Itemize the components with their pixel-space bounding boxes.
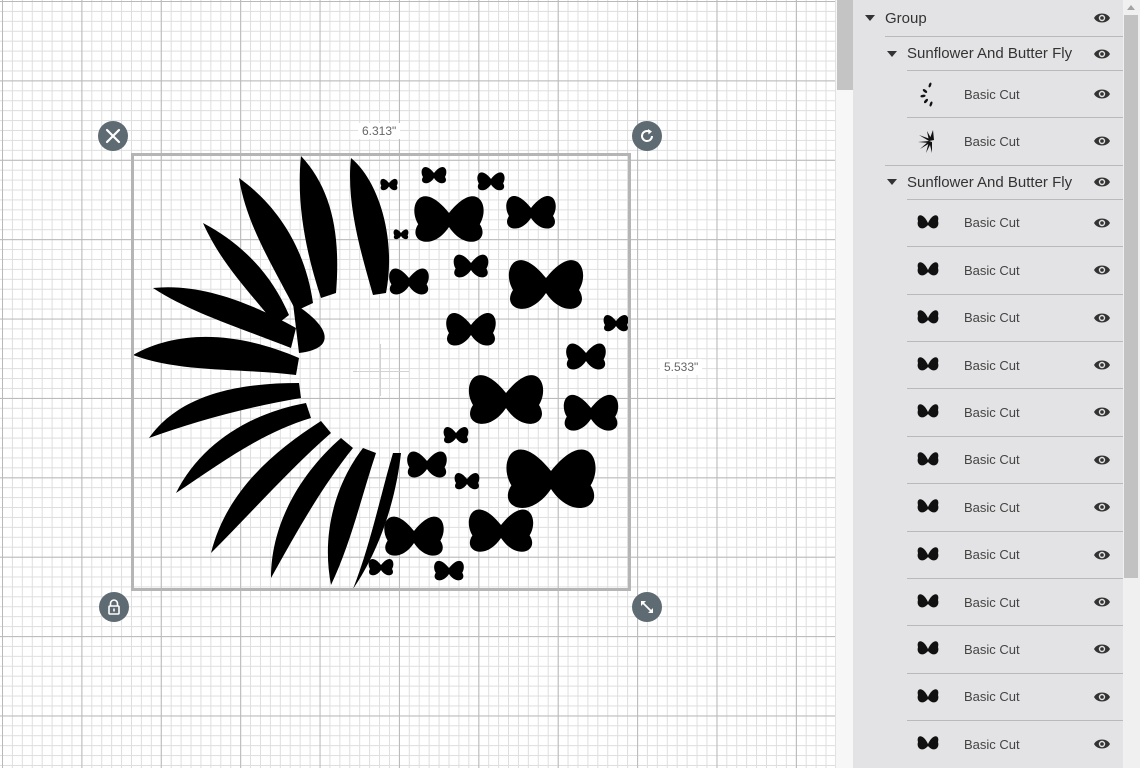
butterfly-thumbnail-icon [911, 348, 945, 382]
butterfly-thumbnail-icon [911, 301, 945, 335]
eye-visibility-icon[interactable] [1093, 738, 1111, 750]
layer-subgroup-label: Sunflower And Butter Fly [907, 45, 1073, 62]
layers-panel: Group Sunflower And Butter Fly Basic Cut B… [853, 0, 1140, 768]
resize-handle[interactable] [632, 592, 662, 622]
layer-item-row[interactable]: Basic Cut [907, 293, 1123, 341]
butterfly-thumbnail-icon [911, 632, 945, 666]
butterfly-thumbnail-icon [911, 585, 945, 619]
layer-item-label: Basic Cut [964, 689, 1020, 705]
eye-visibility-icon[interactable] [1093, 406, 1111, 418]
layer-item-label: Basic Cut [964, 310, 1020, 326]
eye-visibility-icon[interactable] [1093, 643, 1111, 655]
layer-item-row[interactable]: Basic Cut [907, 198, 1123, 246]
canvas-scrollbar-thumb[interactable] [837, 0, 853, 90]
expand-caret-icon[interactable] [865, 15, 875, 21]
rotate-handle[interactable] [632, 121, 662, 151]
eye-visibility-icon[interactable] [1093, 549, 1111, 561]
eye-visibility-icon[interactable] [1093, 176, 1111, 188]
selection-bounding-box[interactable] [131, 153, 631, 591]
layer-item-row[interactable]: Basic Cut [907, 483, 1123, 530]
layer-item-row[interactable]: Basic Cut [907, 341, 1123, 388]
height-dimension-label: 5.533" [660, 359, 703, 375]
butterfly-thumbnail-icon [911, 490, 945, 524]
sunflower-seeds-thumbnail-icon [911, 77, 945, 111]
butterfly-thumbnail-icon [911, 206, 945, 240]
eye-visibility-icon[interactable] [1093, 312, 1111, 324]
eye-visibility-icon[interactable] [1093, 135, 1111, 147]
lock-icon [108, 599, 120, 615]
layer-item-row[interactable]: Basic Cut [907, 435, 1123, 483]
butterfly-thumbnail-icon [911, 727, 945, 761]
layer-item-row[interactable]: Basic Cut [907, 246, 1123, 293]
eye-visibility-icon[interactable] [1093, 264, 1111, 276]
layer-group-row[interactable]: Group [853, 0, 1123, 36]
layers-panel-scrollbar[interactable] [1123, 0, 1140, 768]
butterfly-thumbnail-icon [911, 253, 945, 287]
layer-item-label: Basic Cut [964, 86, 1020, 102]
delete-handle[interactable] [98, 121, 128, 151]
layer-item-label: Basic Cut [964, 641, 1020, 657]
layer-item-label: Basic Cut [964, 594, 1020, 610]
layer-item-label: Basic Cut [964, 547, 1020, 563]
layer-item-label: Basic Cut [964, 262, 1020, 278]
butterfly-thumbnail-icon [911, 680, 945, 714]
eye-visibility-icon[interactable] [1093, 12, 1111, 24]
expand-caret-icon[interactable] [887, 179, 897, 186]
lock-proportions-handle[interactable] [99, 592, 129, 622]
canvas-vertical-scrollbar[interactable] [835, 0, 853, 768]
layer-item-row[interactable]: Basic Cut [907, 70, 1123, 117]
layer-subgroup-label: Sunflower And Butter Fly [907, 173, 1073, 191]
layer-item-row[interactable]: Basic Cut [907, 720, 1123, 767]
layer-item-label: Basic Cut [964, 499, 1020, 515]
layer-item-label: Basic Cut [964, 736, 1020, 752]
sunflower-petals-thumbnail-icon [911, 124, 945, 158]
eye-visibility-icon[interactable] [1093, 217, 1111, 229]
eye-visibility-icon[interactable] [1093, 359, 1111, 371]
layer-item-row[interactable]: Basic Cut [907, 625, 1123, 672]
butterfly-thumbnail-icon [911, 443, 945, 477]
layer-group-label: Group [885, 9, 927, 27]
eye-visibility-icon[interactable] [1093, 48, 1111, 60]
eye-visibility-icon[interactable] [1093, 691, 1111, 703]
butterfly-thumbnail-icon [911, 538, 945, 572]
layer-item-row[interactable]: Basic Cut [907, 578, 1123, 625]
scroll-up-arrow-icon[interactable] [1127, 5, 1135, 10]
layer-subgroup-row[interactable]: Sunflower And Butter Fly [885, 36, 1123, 70]
resize-icon [641, 601, 653, 613]
layer-item-row[interactable]: Basic Cut [907, 388, 1123, 435]
layer-item-row[interactable]: Basic Cut [907, 530, 1123, 578]
layer-subgroup-row[interactable]: Sunflower And Butter Fly [885, 164, 1123, 199]
eye-visibility-icon[interactable] [1093, 501, 1111, 513]
layer-item-row[interactable]: Basic Cut [907, 672, 1123, 720]
rotate-icon [641, 129, 654, 142]
eye-visibility-icon[interactable] [1093, 454, 1111, 466]
expand-caret-icon[interactable] [887, 50, 897, 57]
layer-item-label: Basic Cut [964, 404, 1020, 420]
close-icon [105, 128, 121, 144]
layer-item-row[interactable]: Basic Cut [907, 117, 1123, 164]
eye-visibility-icon[interactable] [1093, 88, 1111, 100]
layer-item-label: Basic Cut [964, 452, 1020, 468]
layer-item-label: Basic Cut [964, 215, 1020, 231]
butterfly-thumbnail-icon [911, 395, 945, 429]
layer-item-label: Basic Cut [964, 357, 1020, 373]
layers-scrollbar-thumb[interactable] [1124, 15, 1138, 578]
design-canvas[interactable]: 6.313" 5.533" [0, 0, 835, 768]
layer-item-label: Basic Cut [964, 133, 1020, 149]
eye-visibility-icon[interactable] [1093, 596, 1111, 608]
width-dimension-label: 6.313" [358, 123, 401, 139]
